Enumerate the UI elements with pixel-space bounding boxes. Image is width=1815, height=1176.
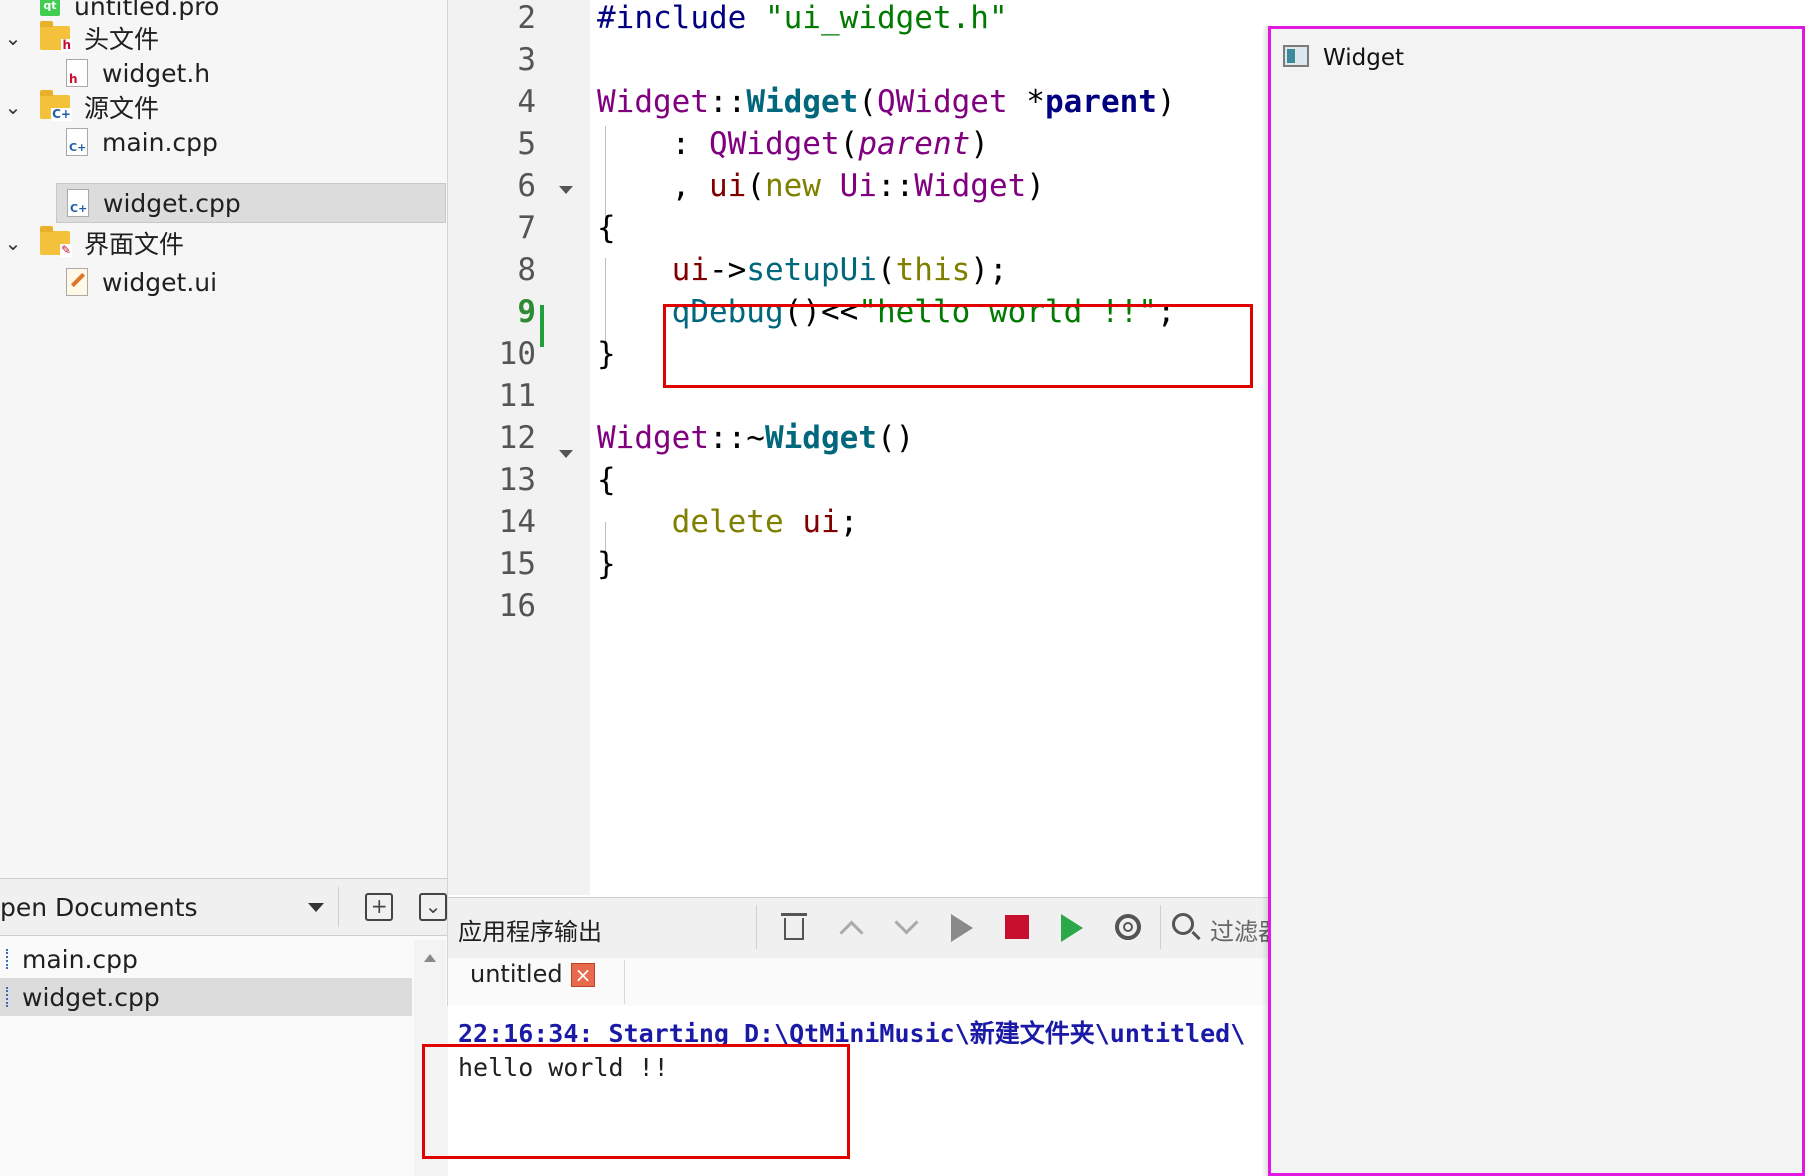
cpp-file-icon: C+: [66, 128, 88, 156]
tree-item-widget-cpp[interactable]: C+ widget.cpp: [56, 183, 446, 223]
trash-icon[interactable]: [781, 913, 807, 940]
output-pane-title[interactable]: 应用程序输出: [458, 912, 602, 947]
cpp-file-icon: C+: [67, 189, 89, 217]
header-file-icon: h: [66, 59, 88, 87]
tree-item-label: 头文件: [84, 25, 160, 54]
tree-folder-headers[interactable]: ⌄ h 头文件: [0, 18, 159, 58]
line-number: 15: [498, 546, 536, 582]
tree-item-label: widget.cpp: [103, 188, 241, 218]
close-icon[interactable]: ×: [571, 963, 595, 987]
fold-marker-icon[interactable]: [559, 186, 573, 194]
cpp-file-icon: [0, 987, 8, 1007]
tree-folder-sources[interactable]: ⌄ C+ 源文件: [0, 87, 159, 127]
highlight-box-qdebug: [663, 304, 1253, 388]
line-number: 16: [498, 588, 536, 624]
window-icon: [1283, 45, 1309, 67]
tree-item-label: 界面文件: [84, 230, 185, 259]
highlight-box-output: [422, 1044, 850, 1159]
chevron-down-icon[interactable]: ⌄: [0, 231, 26, 255]
open-documents-header: pen Documents + ⌄: [0, 878, 447, 936]
project-tree: qt untitled.pro ⌄ h 头文件 h widget.h ⌄ C+ …: [0, 0, 448, 878]
fold-marker-icon[interactable]: [559, 450, 573, 458]
open-doc-label: widget.cpp: [22, 982, 160, 1012]
line-number: 13: [498, 462, 536, 498]
gear-icon[interactable]: [1115, 914, 1141, 940]
cpp-file-icon: [0, 949, 8, 969]
chevron-down-icon[interactable]: [308, 902, 325, 912]
folder-icon: h: [40, 21, 72, 52]
folder-icon: C+: [40, 90, 72, 121]
widget-window-titlebar[interactable]: Widget: [1271, 29, 1802, 85]
widget-window[interactable]: Widget: [1268, 26, 1805, 1176]
chevron-down-icon[interactable]: ⌄: [0, 26, 26, 50]
tree-item-label: widget.h: [102, 58, 211, 88]
open-doc-widget-cpp[interactable]: widget.cpp: [0, 978, 412, 1016]
ui-file-icon: [66, 268, 88, 296]
open-doc-main-cpp[interactable]: main.cpp: [0, 940, 412, 978]
debug-run-icon[interactable]: [1061, 914, 1083, 942]
line-number: 7: [517, 210, 536, 246]
code-line-7: {: [597, 210, 616, 246]
line-number: 6: [517, 168, 536, 204]
code-line-8: ui->setupUi(this);: [671, 252, 1008, 288]
stop-icon[interactable]: [1005, 915, 1029, 939]
code-line-4: Widget::Widget(QWidget *parent): [597, 84, 1176, 120]
code-line-10: }: [597, 336, 616, 372]
widget-window-title: Widget: [1323, 45, 1404, 71]
search-icon[interactable]: [1172, 913, 1194, 935]
line-number: 10: [498, 336, 536, 372]
line-number: 12: [498, 420, 536, 456]
line-number: 4: [517, 84, 536, 120]
line-number: 2: [517, 0, 536, 36]
code-line-15: }: [597, 546, 616, 582]
open-doc-label: main.cpp: [22, 944, 138, 974]
tree-item-widget-ui[interactable]: widget.ui: [66, 262, 217, 302]
play-icon[interactable]: [951, 914, 973, 942]
open-documents-panel: pen Documents + ⌄: [0, 878, 448, 1176]
code-line-2: #include "ui_widget.h": [597, 0, 1008, 36]
line-number: 5: [517, 126, 536, 162]
collapse-panel-icon[interactable]: ⌄: [419, 893, 447, 921]
current-line-number: 9: [517, 294, 536, 330]
divider: [338, 887, 340, 927]
output-tab-untitled[interactable]: untitled: [470, 960, 563, 988]
tree-item-main-cpp[interactable]: C+ main.cpp: [66, 122, 218, 162]
open-documents-title[interactable]: pen Documents: [0, 893, 298, 922]
code-line-6: , ui(new Ui::Widget): [597, 168, 1045, 204]
split-add-icon[interactable]: +: [365, 893, 394, 921]
tree-item-label: widget.ui: [102, 267, 218, 297]
modified-line-marker: [540, 305, 544, 347]
code-line-14: delete ui;: [671, 504, 859, 540]
code-line-5: : QWidget(parent): [597, 126, 989, 162]
line-number: 8: [517, 252, 536, 288]
tree-folder-forms[interactable]: ⌄ ✎ 界面文件: [0, 223, 184, 263]
divider: [756, 905, 757, 949]
line-number: 14: [498, 504, 536, 540]
code-line-13: {: [597, 462, 616, 498]
chevron-down-icon[interactable]: ⌄: [0, 95, 26, 119]
chevron-up-icon[interactable]: [424, 954, 436, 962]
tree-item-label: 源文件: [84, 94, 160, 123]
tree-item-label: main.cpp: [102, 127, 218, 157]
folder-icon: ✎: [40, 226, 72, 257]
divider: [1160, 905, 1161, 949]
divider: [624, 960, 625, 1004]
line-number: 11: [498, 378, 536, 414]
line-number: 3: [517, 42, 536, 78]
code-line-12: Widget::~Widget(): [597, 420, 915, 456]
qt-project-icon: qt: [40, 0, 60, 16]
